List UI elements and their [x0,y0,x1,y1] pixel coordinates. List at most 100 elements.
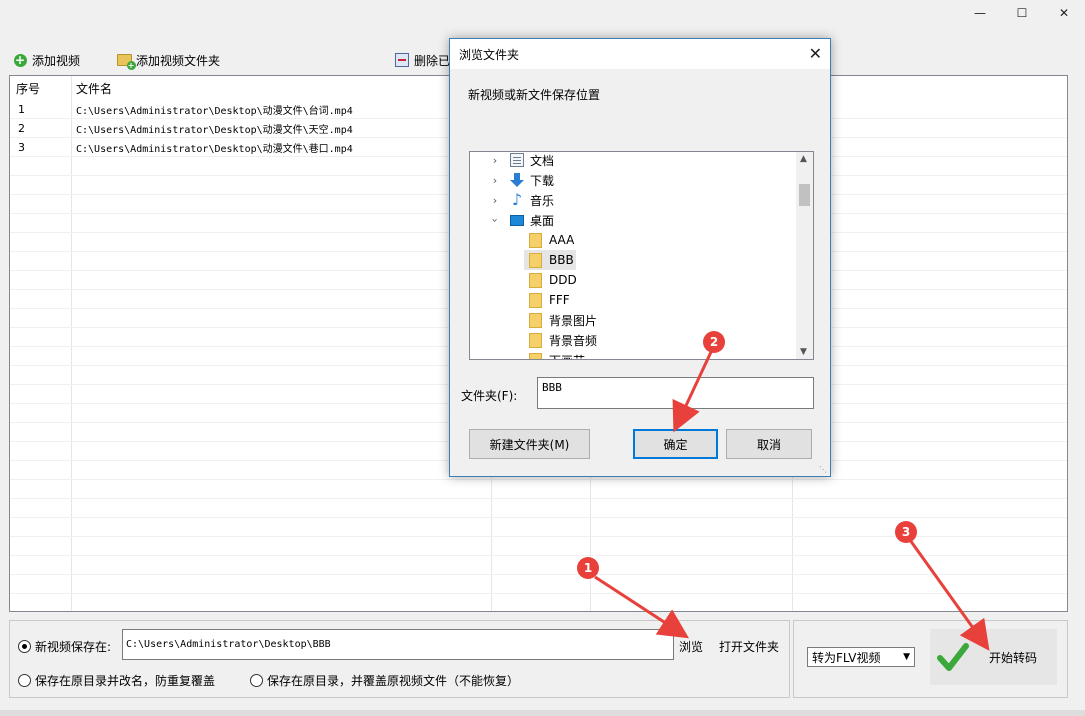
format-select[interactable]: 转为FLV视频 ▼ [807,647,915,667]
add-video-label: 添加视频 [32,53,81,68]
close-icon[interactable]: ✕ [1043,0,1085,26]
scroll-up-icon[interactable]: ▲ [800,154,807,164]
step-badge-3: 3 [895,521,917,543]
row-seq: 1 [18,102,25,116]
tree-item-music[interactable]: › ♪ 音乐 [490,190,554,210]
folder-name-input[interactable]: BBB [537,377,814,409]
tree-item-label: AAA [549,233,575,247]
row-name: C:\Users\Administrator\Desktop\动漫文件\台词.m… [76,105,353,117]
save-rename-option[interactable]: 保存在原目录并改名，防重复覆盖 [18,672,215,689]
tree-item-label: BBB [549,253,574,267]
scroll-down-icon[interactable]: ▼ [800,347,807,357]
folder-icon [529,252,542,268]
format-select-value: 转为FLV视频 [812,650,881,665]
minimize-icon[interactable]: — [959,0,1001,26]
step-badge-2: 2 [703,331,725,353]
row-seq: 2 [18,121,25,135]
tree-item-label: 背景图片 [549,313,598,328]
tree-item-folder-selected[interactable]: BBB [529,250,574,270]
add-video-button[interactable]: + 添加视频 [8,49,94,71]
row-name: C:\Users\Administrator\Desktop\动漫文件\天空.m… [76,124,353,136]
cancel-button[interactable]: 取消 [726,429,812,459]
folder-tree[interactable]: › 文档 › 下载 › ♪ 音乐 › 桌面 AAA BBB DDD FFF 背景… [469,151,814,360]
radio-save-overwrite[interactable] [250,674,263,687]
browse-folder-dialog: 浏览文件夹 ✕ 新视频或新文件保存位置 › 文档 › 下载 › ♪ 音乐 › 桌… [449,38,831,477]
tree-item-folder[interactable]: 背景图片 [529,310,597,330]
dialog-titlebar: 浏览文件夹 ✕ [450,39,830,69]
table-row-empty [10,480,1067,499]
folder-icon [529,312,542,328]
radio-save-rename[interactable] [18,674,31,687]
toolbar: + 添加视频 添加视频文件夹 删除已 [8,48,472,72]
save-overwrite-label: 保存在原目录，并覆盖原视频文件（不能恢复） [267,674,520,688]
tree-item-desktop[interactable]: › 桌面 [488,210,555,230]
delete-button[interactable]: 删除已 [390,49,454,71]
tree-item-folder[interactable]: 背景音频 [529,330,597,350]
start-convert-button[interactable]: 开始转码 [930,629,1057,685]
new-folder-button[interactable]: 新建文件夹(M) [469,429,590,459]
table-row-empty [10,594,1067,611]
folder-add-icon [116,52,136,70]
ok-button[interactable]: 确定 [633,429,718,459]
check-icon [937,643,969,671]
row-name: C:\Users\Administrator\Desktop\动漫文件\巷口.m… [76,143,353,155]
tree-item-label: 音乐 [530,193,555,208]
open-folder-button[interactable]: 打开文件夹 [719,638,779,655]
add-folder-label: 添加视频文件夹 [136,53,221,68]
browse-button[interactable]: 浏览 [679,638,703,655]
radio-save-new[interactable] [18,640,31,653]
table-row-empty [10,556,1067,575]
music-icon: ♪ [511,190,523,209]
scrollbar-thumb[interactable] [799,184,810,206]
dialog-close-icon[interactable]: ✕ [809,44,822,63]
tree-scrollbar[interactable]: ▲ ▼ [796,152,813,359]
tree-item-label: DDD [549,273,577,287]
desktop-icon [510,214,524,226]
tree-item-folder[interactable]: AAA [529,230,574,250]
start-convert-label: 开始转码 [989,650,1038,665]
table-row-empty [10,575,1067,594]
tree-item-folder[interactable]: FFF [529,290,570,310]
table-row-empty [10,499,1067,518]
folder-icon [529,232,542,248]
delete-label: 删除已 [414,53,451,68]
folder-icon [529,352,542,359]
dialog-title: 浏览文件夹 [459,47,520,62]
resize-grip-icon[interactable]: ⋱ [819,465,827,474]
tree-item-folder[interactable]: DDD [529,270,577,290]
tree-item-folder[interactable]: 下画节 [529,350,585,360]
convert-panel: 转为FLV视频 ▼ 开始转码 [793,620,1068,698]
folder-icon [529,292,542,308]
tree-item-label: 下画节 [549,352,585,360]
chevron-down-icon: ▼ [903,652,910,662]
dialog-description: 新视频或新文件保存位置 [468,88,601,102]
save-new-label: 新视频保存在: [35,640,112,654]
window-controls: — ☐ ✕ [959,0,1085,26]
output-options-panel: 新视频保存在: C:\Users\Administrator\Desktop\B… [9,620,790,698]
save-overwrite-option[interactable]: 保存在原目录，并覆盖原视频文件（不能恢复） [250,672,519,689]
save-path-input[interactable]: C:\Users\Administrator\Desktop\BBB [122,629,674,660]
add-folder-button[interactable]: 添加视频文件夹 [112,49,240,71]
header-seq: 序号 [16,81,41,96]
chevron-right-icon: › [492,153,498,167]
plus-icon: + [13,52,27,67]
maximize-icon[interactable]: ☐ [1001,0,1043,26]
chevron-down-icon: › [488,217,502,223]
folder-label: 文件夹(F): [461,389,518,403]
download-icon [510,173,524,187]
save-new-option[interactable]: 新视频保存在: [18,638,111,655]
folder-icon [529,332,542,348]
tree-item-documents[interactable]: › 文档 [490,152,555,170]
step-badge-1: 1 [577,557,599,579]
tree-item-label: 下载 [530,173,555,188]
folder-icon [529,272,542,288]
chevron-right-icon: › [492,193,498,207]
tree-item-label: 文档 [530,153,555,168]
delete-icon [394,52,410,68]
save-rename-label: 保存在原目录并改名，防重复覆盖 [35,674,216,688]
tree-item-downloads[interactable]: › 下载 [490,170,554,190]
taskbar-strip [0,710,1085,716]
tree-item-label: 桌面 [530,213,555,228]
header-name: 文件名 [76,81,113,96]
document-icon [510,153,524,167]
